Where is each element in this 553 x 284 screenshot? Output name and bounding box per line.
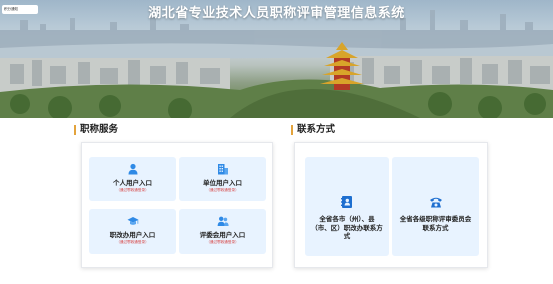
office-user-entry-button[interactable]: 职改办用户入口 （通过鄂政通登录）: [89, 209, 176, 254]
section-title-services: 职称服务: [74, 124, 118, 136]
card-label: 全省各级职称评审委员会联系方式: [399, 215, 472, 232]
hero-banner: 积分通知 湖北省专业技术人员职称评审管理信息系统: [0, 0, 553, 118]
graduation-cap-icon: [127, 217, 138, 225]
address-book-icon: [341, 196, 352, 208]
group-icon: [217, 216, 229, 226]
card-label: 单位用户入口: [203, 179, 242, 187]
card-label: 职改办用户入口: [109, 231, 156, 239]
card-label: 评委会用户入口: [199, 231, 246, 239]
building-icon: [217, 164, 228, 175]
city-county-office-contact-button[interactable]: 全省各市（州）、县（市、区）职改办联系方式: [305, 157, 389, 256]
services-panel: 个人用户入口 （通过鄂政通登录） 单位用户入口 （通过鄂政通登录） 职改办用户入…: [81, 142, 273, 268]
unit-user-entry-button[interactable]: 单位用户入口 （通过鄂政通登录）: [179, 157, 266, 201]
person-icon: [128, 163, 137, 175]
card-sublabel: （通过鄂政通登录）: [206, 240, 239, 244]
committee-user-entry-button[interactable]: 评委会用户入口 （通过鄂政通登录）: [179, 209, 266, 254]
contact-panel: 全省各市（州）、县（市、区）职改办联系方式 全省各级职称评审委员会联系方式: [294, 142, 488, 268]
card-label: 个人用户入口: [113, 179, 152, 187]
card-sublabel: （通过鄂政通登录）: [116, 188, 149, 192]
card-sublabel: （通过鄂政通登录）: [206, 188, 239, 192]
page-title: 湖北省专业技术人员职称评审管理信息系统: [148, 6, 405, 21]
evaluation-committee-contact-button[interactable]: 全省各级职称评审委员会联系方式: [392, 157, 479, 256]
card-sublabel: （通过鄂政通登录）: [116, 240, 149, 244]
card-label: 全省各市（州）、县（市、区）职改办联系方式: [311, 215, 383, 240]
personal-user-entry-button[interactable]: 个人用户入口 （通过鄂政通登录）: [89, 157, 176, 201]
section-title-contact: 联系方式: [291, 124, 335, 136]
telephone-icon: [429, 197, 442, 208]
